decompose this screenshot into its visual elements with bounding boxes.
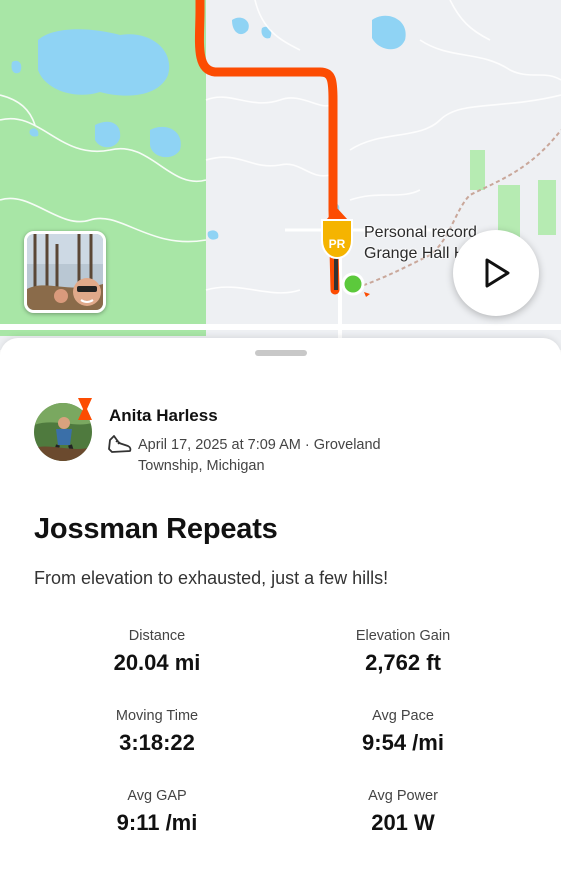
lake bbox=[207, 230, 219, 240]
stat-value: 20.04 mi bbox=[113, 650, 201, 675]
pr-marker[interactable]: PR bbox=[321, 208, 353, 260]
lake bbox=[11, 60, 22, 74]
stat-moving-time: Moving Time 3:18:22 bbox=[37, 708, 277, 756]
shoe-icon bbox=[108, 435, 132, 453]
stat-distance: Distance 20.04 mi bbox=[37, 628, 277, 676]
stat-label: Elevation Gain bbox=[355, 628, 451, 644]
stat-value: 9:11 /mi bbox=[116, 810, 198, 835]
end-arrow bbox=[364, 292, 370, 297]
stat-value: 9:54 /mi bbox=[362, 730, 444, 755]
stat-value: 2,762 ft bbox=[365, 650, 441, 675]
stat-elevation-gain: Elevation Gain 2,762 ft bbox=[283, 628, 523, 676]
stat-label: Avg GAP bbox=[127, 788, 187, 804]
lake bbox=[95, 121, 121, 148]
photo-image bbox=[27, 234, 103, 310]
lake bbox=[372, 15, 406, 50]
activity-details-sheet[interactable]: Anita Harless April 17, 2025 at 7:09 AM … bbox=[0, 338, 561, 877]
stat-avg-power: Avg Power 201 W bbox=[283, 788, 523, 836]
stat-label: Avg Pace bbox=[372, 708, 434, 724]
stat-label: Moving Time bbox=[115, 708, 199, 724]
activity-description: From elevation to exhausted, just a few … bbox=[34, 568, 389, 588]
subscriber-badge-icon bbox=[78, 398, 92, 420]
stat-label: Avg Power bbox=[368, 788, 438, 804]
athlete-name[interactable]: Anita Harless bbox=[109, 406, 218, 426]
stat-label: Distance bbox=[128, 628, 186, 644]
activity-date-location: April 17, 2025 at 7:09 AM · Groveland To… bbox=[138, 437, 381, 474]
play-flyover-button[interactable] bbox=[453, 230, 539, 316]
start-marker bbox=[341, 272, 365, 296]
lake bbox=[38, 29, 170, 96]
stat-value: 3:18:22 bbox=[119, 730, 195, 755]
pr-marker-text: PR bbox=[329, 237, 346, 251]
activity-photo-thumbnail[interactable] bbox=[24, 231, 106, 313]
route-map[interactable]: PR Personal record Grange Hall Hill Clim… bbox=[0, 0, 561, 350]
stat-avg-gap: Avg GAP 9:11 /mi bbox=[37, 788, 277, 836]
sheet-drag-handle[interactable] bbox=[255, 350, 307, 356]
play-icon bbox=[485, 258, 510, 288]
activity-route bbox=[194, 0, 340, 295]
stat-avg-pace: Avg Pace 9:54 /mi bbox=[283, 708, 523, 756]
lake bbox=[232, 17, 249, 35]
stat-value: 201 W bbox=[371, 810, 435, 835]
activity-title: Jossman Repeats bbox=[34, 513, 278, 545]
